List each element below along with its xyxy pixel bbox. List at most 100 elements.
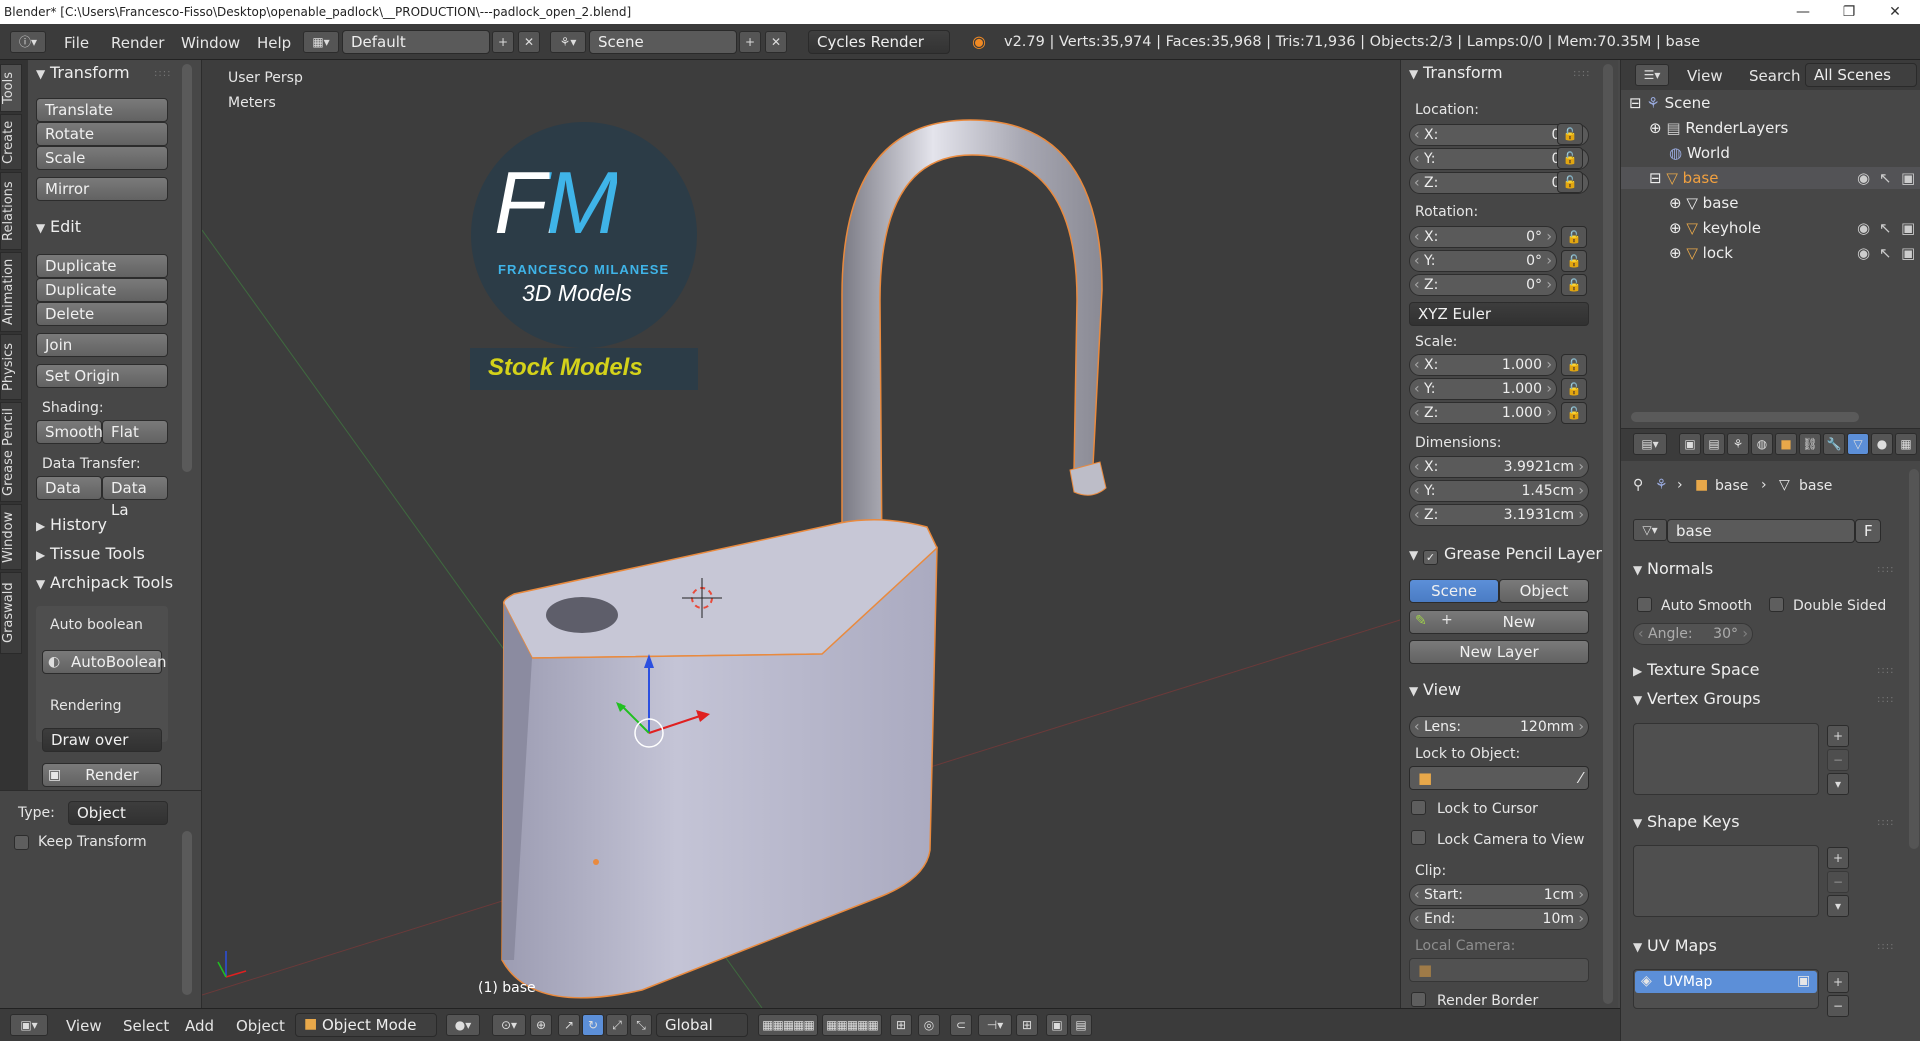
lock-icon[interactable]: 🔓 (1561, 402, 1587, 424)
gp-new-layer-button[interactable]: New Layer (1409, 640, 1589, 664)
translate-button[interactable]: Translate (36, 98, 168, 122)
tab-animation[interactable]: Animation (0, 252, 22, 332)
shape-key-menu-icon[interactable]: ▾ (1827, 895, 1849, 917)
vertex-groups-panel-header[interactable]: ▼ Vertex Groups (1633, 689, 1761, 708)
outliner-view-menu[interactable]: View (1687, 67, 1723, 85)
outliner-base-row[interactable]: ⊟ ▽ base (1649, 169, 1718, 187)
drag-grip-icon[interactable]: :::: (1877, 694, 1894, 705)
vertex-group-menu-icon[interactable]: ▾ (1827, 773, 1849, 795)
tab-grease-pencil[interactable]: Grease Pencil (0, 402, 22, 502)
lock-icon[interactable]: 🔓 (1557, 147, 1583, 169)
pin-icon[interactable]: ⚲ (1633, 477, 1643, 493)
outliner-search-menu[interactable]: Search (1749, 67, 1801, 85)
properties-scrollbar[interactable] (1603, 64, 1613, 1004)
transform-panel-header[interactable]: ▼ Transform (36, 63, 130, 82)
material-tab-icon[interactable]: ● (1871, 433, 1893, 455)
scene-field[interactable]: Scene (589, 30, 737, 54)
tab-relations[interactable]: Relations (0, 172, 22, 250)
scene-icon[interactable]: ⚘▾ (550, 31, 586, 53)
rotation-mode-select[interactable]: XYZ Euler (1409, 302, 1589, 326)
menu-render[interactable]: Render (111, 34, 164, 52)
viewport-scene[interactable] (202, 60, 1400, 1008)
add-layout-icon[interactable]: + (492, 31, 514, 53)
drag-grip-icon[interactable]: :::: (1877, 817, 1894, 828)
local-camera-field[interactable]: ■ (1409, 958, 1589, 982)
double-sided-checkbox[interactable] (1769, 597, 1784, 612)
tab-physics[interactable]: Physics (0, 334, 22, 400)
tab-create[interactable]: Create (0, 114, 22, 170)
manipulator-toggle-icon[interactable]: ⊕ (530, 1014, 552, 1036)
padlock-shackle[interactable] (841, 119, 1103, 566)
data-layers-button[interactable]: Data La (102, 476, 168, 519)
combo-manipulator-icon[interactable]: ⤡ (630, 1014, 652, 1036)
scale-x-field[interactable]: X:1.000 (1409, 354, 1557, 376)
selectable-arrow-icon[interactable]: ↖ (1879, 169, 1892, 187)
remove-layout-icon[interactable]: ✕ (518, 31, 540, 53)
mesh-name-field[interactable]: base (1667, 519, 1855, 543)
lock-icon[interactable]: 🔓 (1561, 274, 1587, 296)
texture-tab-icon[interactable]: ▦ (1895, 433, 1917, 455)
tab-tools[interactable]: Tools (0, 64, 22, 112)
drag-grip-icon[interactable]: :::: (1877, 665, 1894, 676)
gp-object-button[interactable]: Object (1499, 579, 1589, 603)
duplicate-linked-button[interactable]: Duplicate Linked (36, 278, 168, 321)
vertex-groups-list[interactable] (1633, 723, 1819, 795)
remove-shape-key-button[interactable]: − (1827, 871, 1849, 893)
tool-shelf-scrollbar[interactable] (182, 64, 192, 472)
renderlayer-tab-icon[interactable]: ▤ (1703, 433, 1725, 455)
outliner-editor-icon[interactable]: ☰▾ (1635, 64, 1669, 86)
layers-grid-1[interactable]: ▦▦▦▦▦ (758, 1014, 818, 1036)
selectable-arrow-icon[interactable]: ↖ (1879, 244, 1892, 262)
edit-panel-header[interactable]: ▼ Edit (36, 217, 81, 236)
lock-object-field[interactable]: ■ ⁄ (1409, 766, 1589, 790)
lock-icon[interactable]: 🔓 (1561, 226, 1587, 248)
dimension-x-field[interactable]: X:3.9921cm (1409, 456, 1589, 478)
archipack-panel-header[interactable]: ▼ Archipack Tools (36, 573, 173, 592)
keep-transform-checkbox[interactable] (14, 835, 29, 850)
selectable-arrow-icon[interactable]: ↖ (1879, 219, 1892, 237)
drag-grip-icon[interactable]: :::: (154, 68, 171, 79)
lock-icon[interactable]: 🔓 (1561, 378, 1587, 400)
lock-to-cursor-checkbox[interactable] (1411, 800, 1426, 815)
transform-orientation-select[interactable]: Global (656, 1013, 748, 1037)
drag-grip-icon[interactable]: :::: (1877, 564, 1894, 575)
type-select[interactable]: Object (68, 801, 168, 825)
snap-magnet-icon[interactable]: ⊂ (950, 1014, 972, 1036)
outliner-hscrollbar[interactable] (1631, 412, 1859, 422)
n-transform-header[interactable]: ▼ Transform (1409, 63, 1503, 82)
scale-manipulator-icon[interactable]: ⤢ (606, 1014, 628, 1036)
uv-maps-panel-header[interactable]: ▼ UV Maps (1633, 936, 1717, 955)
visibility-eye-icon[interactable]: ◉ (1857, 169, 1870, 187)
flat-button[interactable]: Flat (102, 420, 168, 444)
proportional-edit-icon[interactable]: ◎ (918, 1014, 940, 1036)
fake-user-button[interactable]: F (1855, 519, 1881, 543)
constraints-tab-icon[interactable]: ⛓ (1799, 433, 1821, 455)
grease-pencil-layer-header[interactable]: ▼ ✓ Grease Pencil Layer (1409, 544, 1602, 565)
snap-element-icon[interactable]: ⊣▾ (978, 1014, 1012, 1036)
scale-y-field[interactable]: Y:1.000 (1409, 378, 1557, 400)
data-button[interactable]: Data (36, 476, 102, 500)
texture-space-panel-header[interactable]: ▶ Texture Space (1633, 660, 1759, 679)
rotation-x-field[interactable]: X:0° (1409, 226, 1557, 248)
display-mode-select[interactable]: All Scenes (1805, 63, 1917, 87)
render-border-checkbox[interactable] (1411, 992, 1426, 1007)
clip-start-field[interactable]: Start:1cm (1409, 884, 1589, 906)
outliner-lock-row[interactable]: ⊕ ▽ lock (1669, 244, 1733, 262)
properties-editor-icon[interactable]: ▤▾ (1633, 433, 1667, 455)
render-camera-icon[interactable]: ▣ (1901, 169, 1915, 187)
visibility-eye-icon[interactable]: ◉ (1857, 244, 1870, 262)
gp-enable-checkbox[interactable]: ✓ (1423, 550, 1438, 565)
opengl-anim-icon[interactable]: ▤ (1070, 1014, 1092, 1036)
rotation-y-field[interactable]: Y:0° (1409, 250, 1557, 272)
gp-scene-button[interactable]: Scene (1409, 579, 1499, 603)
clip-end-field[interactable]: End:10m (1409, 908, 1589, 930)
pivot-point-icon[interactable]: ⊙▾ (492, 1014, 526, 1036)
outliner-renderlayers-row[interactable]: ⊕ ▤ RenderLayers (1649, 119, 1788, 137)
add-vertex-group-button[interactable]: + (1827, 725, 1849, 747)
object-tab-icon[interactable]: ■ (1775, 433, 1797, 455)
viewport-shading-icon[interactable]: ●▾ (446, 1014, 480, 1036)
lock-camera-checkbox[interactable] (1411, 830, 1426, 845)
smooth-button[interactable]: Smooth (36, 420, 103, 444)
drag-grip-icon[interactable]: :::: (1877, 941, 1894, 952)
set-origin-select[interactable]: Set Origin (36, 364, 168, 388)
